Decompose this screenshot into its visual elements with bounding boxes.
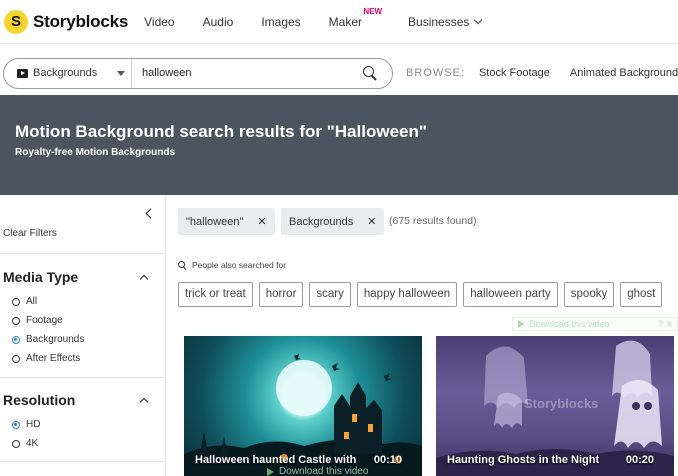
radio-checked-icon — [12, 420, 20, 429]
help-close-icon[interactable]: ? ✕ — [658, 319, 673, 330]
nav-audio[interactable]: Audio — [203, 15, 234, 29]
media-type-select[interactable]: Backgrounds — [4, 58, 132, 88]
filter-chip-query: "halloween" ✕ — [178, 208, 275, 235]
chevron-up-icon[interactable] — [139, 397, 149, 407]
browse-animated-backgrounds[interactable]: Animated Backgrounds — [570, 67, 678, 79]
logo-text: Storyblocks — [33, 11, 129, 31]
download-tooltip-label: Download this video — [529, 319, 610, 329]
media-type-select-label: Backgrounds — [33, 67, 98, 79]
radio-icon — [12, 354, 20, 363]
radio-icon — [12, 439, 20, 448]
suggestion-chip[interactable]: happy halloween — [356, 282, 458, 307]
result-title: Haunting Ghosts in the Night — [447, 454, 600, 466]
radio-label: HD — [26, 419, 41, 430]
radio-checked-icon — [12, 335, 20, 344]
suggestion-chip[interactable]: scary — [309, 282, 351, 307]
browse-label: BROWSE: — [406, 67, 465, 79]
radio-icon — [12, 297, 20, 306]
video-play-icon — [17, 68, 28, 78]
divider — [0, 377, 165, 378]
radio-label: Footage — [26, 315, 63, 326]
suggestion-chip[interactable]: horror — [258, 282, 304, 307]
results-main: "halloween" ✕ Backgrounds ✕ (675 results… — [166, 195, 678, 476]
suggestion-chip[interactable]: spooky — [563, 282, 615, 307]
new-badge: NEW — [363, 6, 383, 16]
nav-businesses[interactable]: Businesses — [408, 14, 483, 29]
close-icon[interactable]: ✕ — [367, 215, 376, 228]
radio-label: After Effects — [26, 353, 81, 364]
download-arrow-icon — [267, 467, 274, 476]
nav-businesses-label: Businesses — [408, 14, 470, 29]
people-also-searched-label: People also searched for — [192, 260, 287, 270]
nav-maker-label: Maker — [328, 14, 363, 29]
browse-stock-footage[interactable]: Stock Footage — [479, 67, 550, 79]
page-title: Motion Background search results for "Ha… — [15, 122, 427, 141]
download-overlay-label: Download this video — [279, 466, 369, 476]
nav-images[interactable]: Images — [261, 15, 300, 29]
top-nav: S Storyblocks Video Audio Images Maker N… — [0, 0, 678, 44]
search-icon — [178, 260, 187, 270]
radio-label: All — [26, 296, 38, 307]
result-title: Halloween haunted Castle with — [195, 454, 357, 466]
divider — [0, 253, 165, 254]
chip-label: Backgrounds — [289, 215, 354, 228]
storyblocks-watermark: Storyblocks — [524, 396, 599, 411]
download-tooltip[interactable]: Download this video ? ✕ — [512, 317, 678, 331]
result-card[interactable]: Storyblocks Haunting Ghosts in the Night… — [436, 336, 674, 476]
radio-label: Backgrounds — [26, 334, 85, 345]
hero-banner: Motion Background search results for "Ha… — [0, 95, 678, 195]
collapse-sidebar-icon[interactable] — [145, 208, 156, 219]
divider — [0, 461, 165, 462]
suggestion-chip[interactable]: ghost — [620, 282, 663, 307]
media-type-option-after-effects[interactable]: After Effects — [12, 353, 80, 364]
result-card[interactable]: Halloween haunted Castle with 00:10 Down… — [184, 336, 422, 476]
chevron-up-icon[interactable] — [139, 274, 149, 284]
media-type-title: Media Type — [3, 269, 79, 285]
media-type-option-backgrounds[interactable]: Backgrounds — [12, 334, 84, 345]
media-type-option-footage[interactable]: Footage — [12, 315, 63, 326]
chip-label: "halloween" — [186, 215, 244, 228]
resolution-option-4k[interactable]: 4K — [12, 438, 38, 449]
storyblocks-logo[interactable]: S Storyblocks — [4, 9, 129, 34]
nav-maker[interactable]: Maker NEW — [328, 7, 382, 29]
page-subtitle: Royalty-free Motion Backgrounds — [15, 147, 176, 158]
result-duration: 00:20 — [625, 454, 654, 466]
suggestion-chip[interactable]: halloween party — [463, 282, 558, 307]
resolution-option-hd[interactable]: HD — [12, 419, 40, 430]
radio-icon — [12, 316, 20, 325]
radio-label: 4K — [26, 438, 39, 449]
search-row: Backgrounds BROWSE: Stock Footage Animat… — [0, 52, 678, 94]
chevron-down-icon — [474, 15, 483, 25]
nav-links: Video Audio Images Maker NEW Businesses — [144, 7, 509, 29]
filter-sidebar: Clear Filters Media Type All Footage Bac… — [0, 195, 166, 476]
logo-mark-icon: S — [4, 9, 28, 34]
close-icon[interactable]: ✕ — [257, 215, 266, 228]
search-input[interactable] — [132, 67, 362, 79]
suggestion-chip[interactable]: trick or treat — [178, 282, 253, 307]
resolution-title: Resolution — [3, 392, 76, 408]
nav-video[interactable]: Video — [144, 15, 174, 29]
filter-chip-type: Backgrounds ✕ — [281, 208, 385, 235]
clear-filters-link[interactable]: Clear Filters — [3, 228, 57, 239]
people-also-searched: People also searched for — [178, 260, 286, 270]
search-icon[interactable] — [362, 65, 378, 81]
caret-down-icon — [117, 70, 125, 76]
suggestion-list: trick or treat horror scary happy halloween… — [178, 282, 678, 308]
media-type-option-all[interactable]: All — [12, 296, 37, 307]
result-duration: 00:10 — [373, 454, 402, 466]
download-arrow-icon — [518, 320, 524, 328]
search-box: Backgrounds — [3, 57, 393, 89]
download-overlay[interactable]: Download this video — [267, 466, 369, 476]
results-count: (675 results found) — [389, 215, 477, 227]
